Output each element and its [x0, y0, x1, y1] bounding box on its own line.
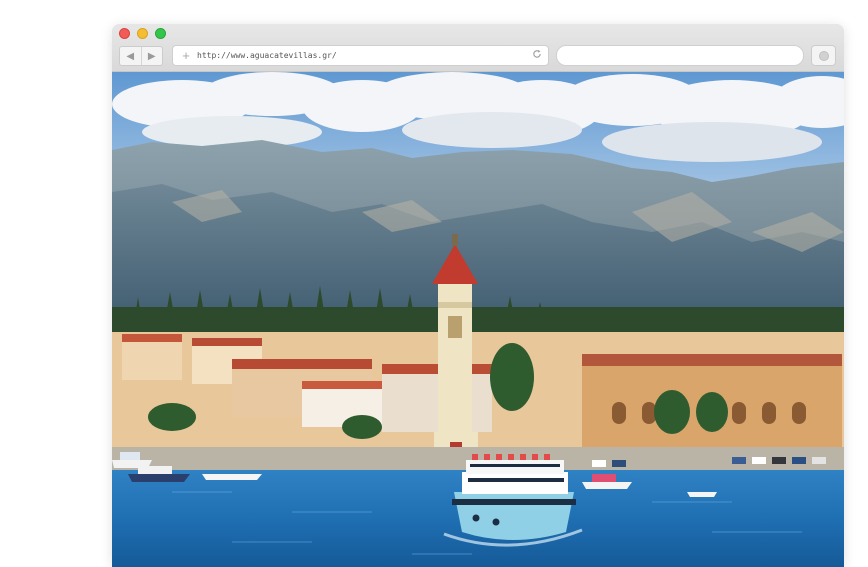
forward-arrow-icon: ▶	[147, 50, 156, 62]
plus-icon[interactable]: +	[179, 49, 193, 62]
maximize-window-button[interactable]	[155, 28, 166, 39]
stage: ◀ ▶ + http://www.aguacatevillas.gr/	[0, 0, 868, 567]
reload-icon[interactable]	[529, 49, 545, 62]
search-input[interactable]	[556, 45, 804, 66]
address-bar[interactable]: + http://www.aguacatevillas.gr/	[172, 45, 549, 66]
back-arrow-icon: ◀	[126, 50, 135, 62]
back-button[interactable]: ◀	[120, 47, 141, 65]
url-text[interactable]: http://www.aguacatevillas.gr/	[197, 51, 529, 60]
reload-icon-graphic	[533, 49, 541, 58]
minimize-window-button[interactable]	[137, 28, 148, 39]
harbor-town-photo	[112, 72, 844, 567]
browser-toolbar: ◀ ▶ + http://www.aguacatevillas.gr/	[112, 24, 844, 72]
circle-icon	[818, 50, 829, 61]
page-viewport	[112, 72, 844, 567]
close-window-button[interactable]	[119, 28, 130, 39]
extension-button[interactable]	[811, 45, 836, 66]
forward-button[interactable]: ▶	[140, 47, 163, 65]
navigation-buttons: ◀ ▶	[119, 46, 163, 66]
browser-window: ◀ ▶ + http://www.aguacatevillas.gr/	[112, 24, 844, 567]
